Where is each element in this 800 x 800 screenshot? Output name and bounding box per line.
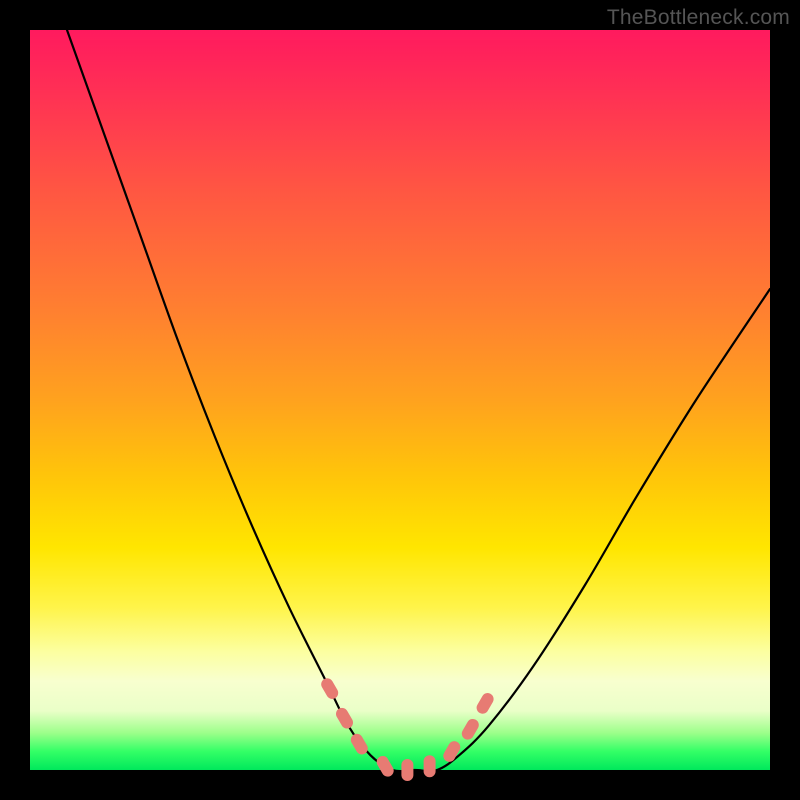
curve-marker [319, 676, 340, 701]
curve-layer [30, 30, 770, 770]
curve-marker [401, 759, 413, 781]
curve-marker [424, 755, 436, 777]
chart-frame: TheBottleneck.com [0, 0, 800, 800]
plot-area [30, 30, 770, 770]
curve-marker [441, 739, 462, 764]
watermark-label: TheBottleneck.com [607, 6, 790, 30]
curve-marker [375, 754, 396, 779]
marker-group [319, 676, 496, 781]
curve-marker [474, 691, 495, 716]
bottleneck-curve [67, 30, 770, 771]
curve-marker [334, 706, 355, 731]
